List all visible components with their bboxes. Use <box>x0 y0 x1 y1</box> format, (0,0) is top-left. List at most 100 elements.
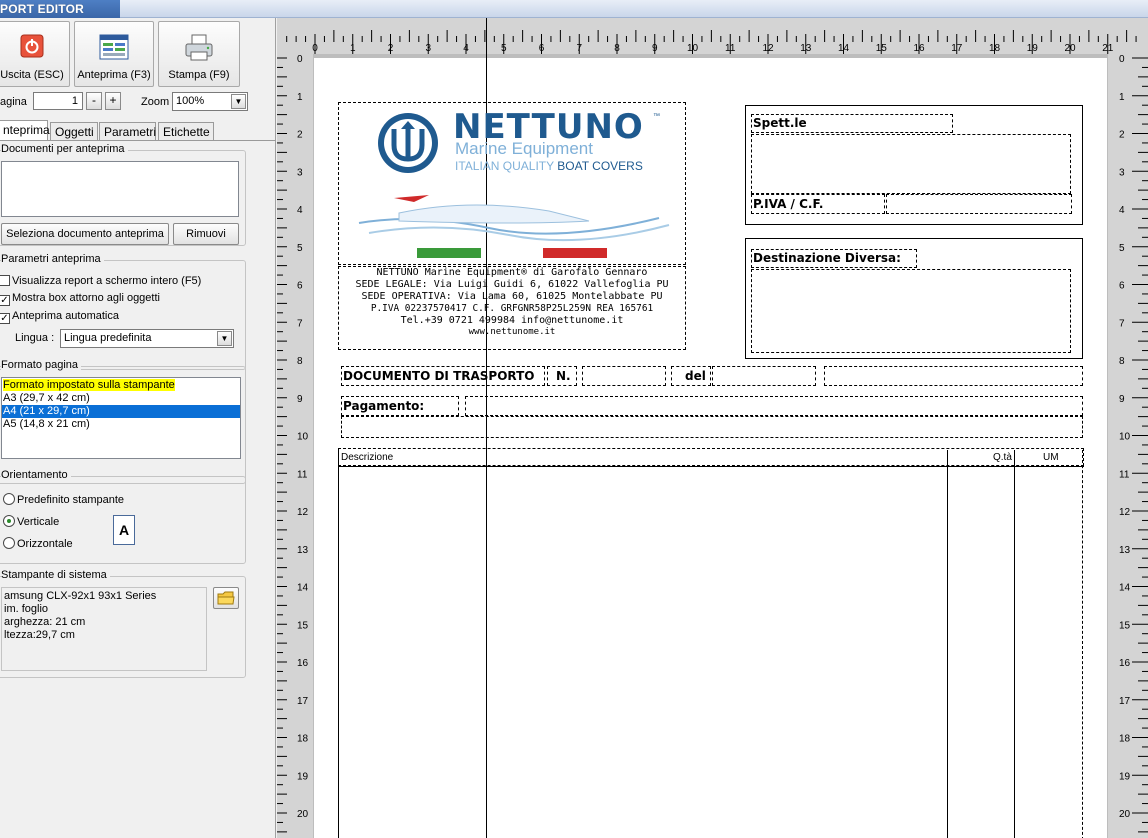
destination-field[interactable]: Destinazione Diversa: <box>751 249 917 268</box>
list-item[interactable]: Formato impostato sulla stampante <box>2 379 240 392</box>
list-item[interactable]: A3 (29,7 x 42 cm) <box>2 392 240 405</box>
documents-title: Documenti per anteprima <box>1 143 128 155</box>
language-value: Lingua predefinita <box>64 332 152 344</box>
power-icon <box>20 34 44 58</box>
radio-button[interactable] <box>3 493 15 505</box>
chevron-down-icon[interactable]: ▼ <box>217 331 232 346</box>
print-label: Stampa (F9) <box>168 69 230 81</box>
ruler-tick-label: 12 <box>762 43 774 54</box>
company-info-box[interactable]: NETTUNO Marine Equipment® di Garofalo Ge… <box>338 266 686 350</box>
printer-group: Stampante di sistema amsung CLX-92x1 93x… <box>0 569 246 678</box>
ruler-tick-label: 5 <box>297 243 303 254</box>
tab-anteprima[interactable]: nteprima <box>0 120 50 141</box>
auto-preview-checkbox[interactable]: ✓ Anteprima automatica <box>0 310 119 324</box>
ruler-tick-label: 0 <box>1119 54 1125 65</box>
list-item[interactable]: A5 (14,8 x 21 cm) <box>2 418 240 431</box>
ruler-tick-label: 9 <box>297 394 303 405</box>
ruler-tick-label: 20 <box>1064 43 1076 54</box>
ruler-tick-label: 14 <box>297 583 309 594</box>
spett-label: Spett.le <box>753 116 807 130</box>
table-header[interactable]: Descrizione Q.tà UM <box>338 448 1084 466</box>
report-page[interactable]: NETTUNO ™ Marine Equipment ITALIAN QUALI… <box>314 18 1107 838</box>
orientation-radio-default[interactable]: Predefinito stampante <box>3 493 124 506</box>
company-line: Tel.+39 0721 499984 info@nettunome.it <box>400 315 624 326</box>
orientation-radio-vertical[interactable]: Verticale <box>3 515 59 528</box>
show-box-checkbox[interactable]: ✓ Mostra box attorno agli oggetti <box>0 292 160 306</box>
page-plus-button[interactable]: + <box>105 92 121 110</box>
ruler-tick-label: 14 <box>838 43 850 54</box>
number-label-field[interactable]: N. <box>547 366 577 386</box>
notes-field[interactable] <box>341 416 1083 438</box>
checkmark-icon[interactable]: ✓ <box>0 295 10 306</box>
documents-group: Documenti per anteprima Seleziona docume… <box>0 143 246 246</box>
print-button[interactable]: Stampa (F9) <box>158 21 240 87</box>
list-item-selected[interactable]: A4 (21 x 29,7 cm) <box>2 405 240 418</box>
printer-width: arghezza: 21 cm <box>4 616 86 628</box>
tab-parametri[interactable]: Parametri <box>99 122 156 140</box>
number-label: N. <box>556 369 571 383</box>
date-value-field[interactable] <box>712 366 816 386</box>
documents-list[interactable] <box>1 161 239 217</box>
date-label: del <box>685 369 706 383</box>
remove-document-button[interactable]: Rimuovi <box>173 223 239 245</box>
ruler-tick-label: 12 <box>1119 507 1131 518</box>
date-label-field[interactable]: del <box>671 366 711 386</box>
zoom-select[interactable]: 100% ▼ <box>172 92 248 111</box>
ruler-tick-label: 0 <box>297 54 303 65</box>
ruler-tick-label: 20 <box>297 809 309 820</box>
page-format-list[interactable]: Formato impostato sulla stampante A3 (29… <box>1 377 241 459</box>
tab-oggetti[interactable]: Oggetti <box>50 122 98 140</box>
checkbox-box[interactable] <box>0 275 10 286</box>
preview-button[interactable]: Anteprima (F3) <box>74 21 154 87</box>
ruler-tick-label: 21 <box>1102 43 1114 54</box>
radio-button-selected[interactable] <box>3 515 15 527</box>
recipient-address-field[interactable] <box>751 134 1071 194</box>
table-column-divider <box>947 450 948 838</box>
ddt-extra-field[interactable] <box>824 366 1083 386</box>
ruler-tick-label: 19 <box>1027 43 1039 54</box>
table-column-divider <box>1014 450 1015 838</box>
company-line: NETTUNO Marine Equipment® di Garofalo Ge… <box>376 267 648 278</box>
ruler-tick-label: 17 <box>951 43 963 54</box>
ddt-field[interactable]: DOCUMENTO DI TRASPORTO <box>341 366 545 386</box>
ruler-tick-label: 17 <box>297 696 309 707</box>
orientation-radio-horizontal[interactable]: Orizzontale <box>3 537 73 550</box>
fullscreen-checkbox[interactable]: Visualizza report a schermo intero (F5) <box>0 275 201 287</box>
logo-box[interactable]: NETTUNO ™ Marine Equipment ITALIAN QUALI… <box>338 102 686 265</box>
select-document-button[interactable]: Seleziona documento anteprima <box>1 223 169 245</box>
payment-label: Pagamento: <box>343 399 425 413</box>
ruler-tick-label: 2 <box>1119 130 1125 141</box>
radio-button[interactable] <box>3 537 15 549</box>
piva-field[interactable]: P.IVA / C.F. <box>751 194 885 214</box>
destination-address-field[interactable] <box>751 269 1071 353</box>
language-select[interactable]: Lingua predefinita ▼ <box>60 329 234 348</box>
destination-box[interactable]: Destinazione Diversa: <box>745 238 1083 359</box>
payment-label-field[interactable]: Pagamento: <box>341 396 459 416</box>
chevron-down-icon[interactable]: ▼ <box>231 94 246 109</box>
spett-field[interactable]: Spett.le <box>751 114 953 133</box>
checkmark-icon[interactable]: ✓ <box>0 313 10 324</box>
payment-value-field[interactable] <box>465 396 1083 416</box>
recipient-box[interactable]: Spett.le P.IVA / C.F. <box>745 105 1083 225</box>
horizontal-ruler: 0 1 2 3 4 5 6 7 8 9 10 11 12 13 14 15 16 17 18 19 20 21 <box>277 18 1148 54</box>
ruler-tick-label: 19 <box>1119 771 1131 782</box>
column-quantity: Q.tà <box>993 452 1012 463</box>
number-value-field[interactable] <box>582 366 666 386</box>
exit-button[interactable]: Uscita (ESC) <box>0 21 70 87</box>
piva-value-field[interactable] <box>886 194 1072 214</box>
ruler-tick-label: 10 <box>297 432 309 443</box>
page-number-input[interactable]: 1 <box>33 92 83 110</box>
ruler-tick-label: 7 <box>297 318 303 329</box>
portrait-page-icon: A <box>113 515 135 545</box>
ruler-tick-label: 5 <box>501 43 507 54</box>
printer-folder-button[interactable] <box>213 587 239 609</box>
report-canvas[interactable]: 0 1 2 3 4 5 6 7 8 9 10 11 12 13 14 15 16 17 18 19 20 21 01234… <box>277 18 1148 838</box>
window-title: PORT EDITOR <box>0 2 84 16</box>
tab-etichette[interactable]: Etichette <box>158 122 214 140</box>
ruler-tick-label: 8 <box>1119 356 1125 367</box>
ruler-tick-label: 6 <box>297 281 303 292</box>
page-minus-button[interactable]: - <box>86 92 102 110</box>
ruler-tick-label: 14 <box>1119 583 1131 594</box>
table-right-border <box>1082 450 1083 838</box>
show-box-label: Mostra box attorno agli oggetti <box>12 292 160 304</box>
